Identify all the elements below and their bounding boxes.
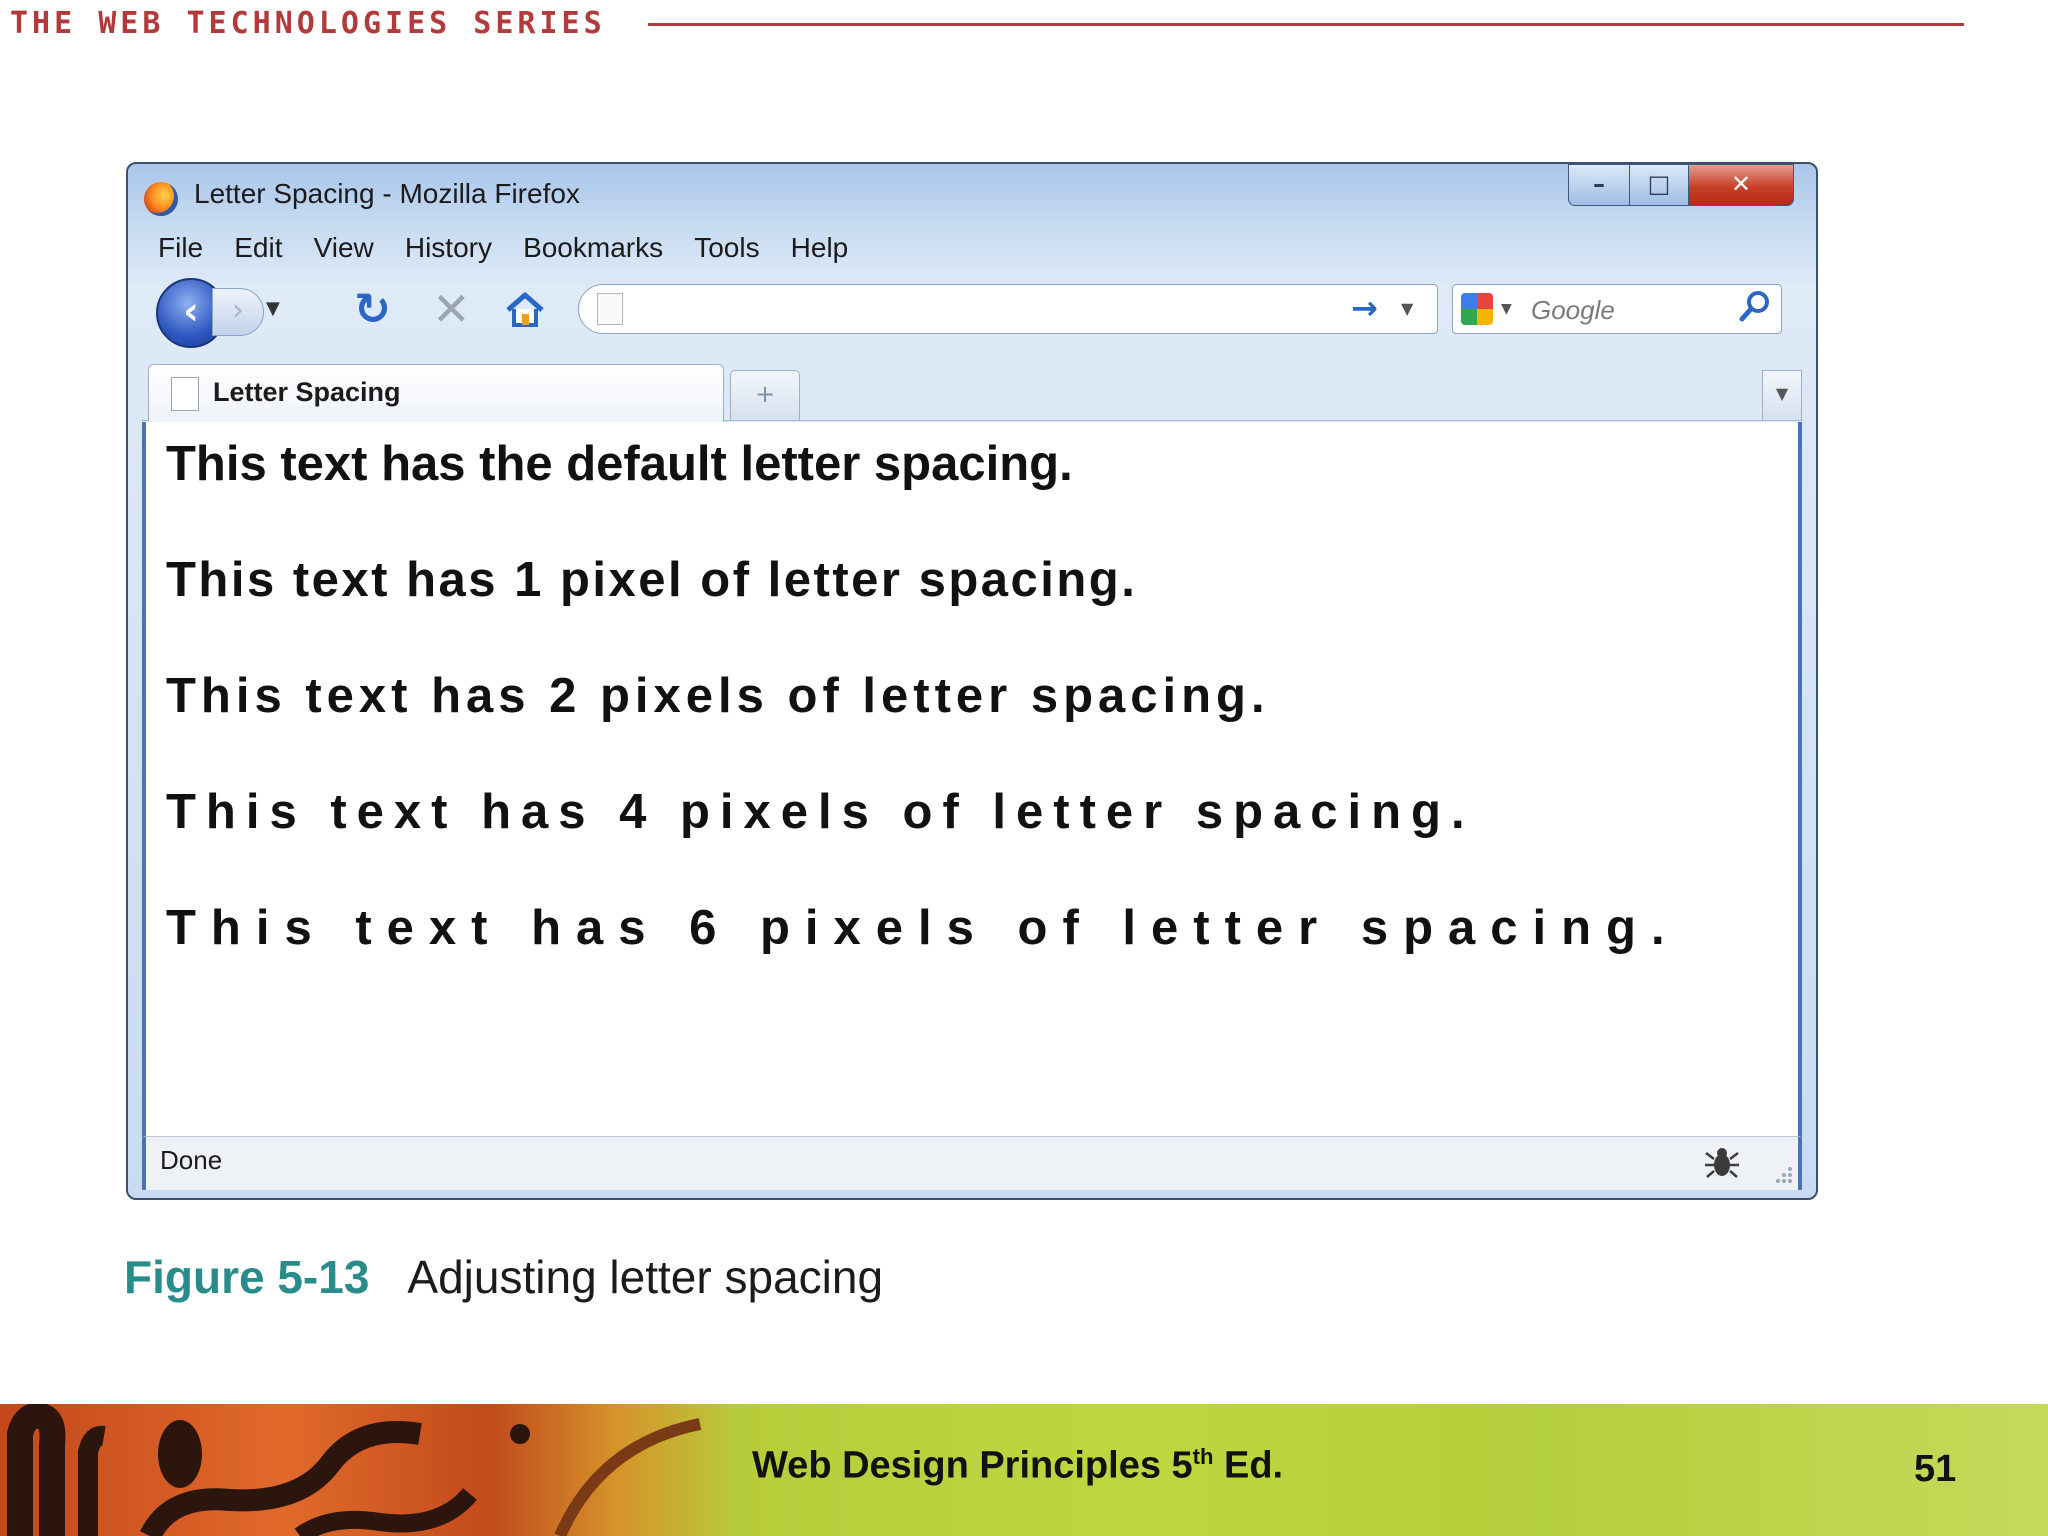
menu-history[interactable]: History — [405, 226, 492, 270]
tab-letter-spacing[interactable]: Letter Spacing — [148, 364, 724, 422]
status-text: Done — [160, 1145, 223, 1175]
page-number: 51 — [1914, 1448, 1957, 1490]
tab-label: Letter Spacing — [213, 377, 401, 407]
forward-arrow-icon: › — [232, 293, 244, 328]
menu-help[interactable]: Help — [791, 226, 849, 270]
plus-icon: + — [754, 380, 776, 408]
menu-view[interactable]: View — [314, 226, 374, 270]
home-icon[interactable] — [504, 290, 546, 330]
address-bar[interactable]: → ▼ — [578, 284, 1438, 334]
menu-bookmarks[interactable]: Bookmarks — [523, 226, 663, 270]
footer-title: Web Design Principles 5th Ed. — [752, 1444, 1284, 1487]
chevron-down-icon: ▼ — [1775, 384, 1789, 403]
forward-button[interactable]: › — [212, 288, 264, 336]
magnifier-icon[interactable] — [1739, 289, 1771, 325]
stop-icon[interactable]: ✕ — [432, 282, 471, 336]
header-rule — [648, 23, 1964, 26]
window-title: Letter Spacing - Mozilla Firefox — [194, 178, 580, 209]
spacing-line-1px: This text has 1 pixel of letter spacing. — [166, 553, 1138, 607]
spacing-line-default: This text has the default letter spacing… — [166, 437, 1073, 491]
spacing-line-4px: This text has 4 pixels of letter spacing… — [166, 785, 1475, 839]
menu-edit[interactable]: Edit — [234, 226, 282, 270]
page-viewport: This text has the default letter spacing… — [142, 422, 1802, 1136]
browser-window: Letter Spacing - Mozilla Firefox – □ ✕ F… — [126, 162, 1818, 1200]
search-input[interactable] — [1529, 291, 1733, 329]
figure-caption: Figure 5-13 Adjusting letter spacing — [124, 1250, 883, 1304]
search-engine-dropdown-icon[interactable]: ▼ — [1501, 301, 1512, 317]
reload-icon[interactable]: ↻ — [354, 284, 391, 335]
figure-label: Figure 5-13 — [124, 1251, 370, 1303]
new-tab-button[interactable]: + — [730, 370, 800, 420]
status-bar: Done — [142, 1136, 1802, 1190]
maximize-button[interactable]: □ — [1629, 164, 1689, 206]
footer-band: Web Design Principles 5th Ed. 51 — [0, 1404, 2048, 1536]
page-icon — [597, 293, 623, 325]
firefox-icon — [144, 182, 178, 216]
series-title: THE WEB TECHNOLOGIES SERIES — [10, 6, 606, 41]
menu-tools[interactable]: Tools — [694, 226, 759, 270]
minimize-button[interactable]: – — [1568, 164, 1630, 206]
history-dropdown-icon[interactable]: ▼ — [266, 298, 280, 319]
figure-text: Adjusting letter spacing — [407, 1251, 884, 1303]
page-icon — [171, 377, 199, 411]
bug-icon[interactable] — [1702, 1143, 1742, 1183]
spacing-line-6px: This text has 6 pixels of letter spacing… — [166, 901, 1680, 955]
close-button[interactable]: ✕ — [1688, 164, 1794, 206]
back-arrow-icon: ‹ — [183, 289, 199, 333]
resize-grip-icon[interactable] — [1770, 1161, 1794, 1185]
url-dropdown-icon[interactable]: ▼ — [1401, 299, 1413, 318]
spacing-line-2px: This text has 2 pixels of letter spacing… — [166, 669, 1270, 723]
menu-file[interactable]: File — [158, 226, 203, 270]
google-icon[interactable] — [1461, 293, 1493, 325]
menu-bar: File Edit View History Bookmarks Tools H… — [142, 226, 1802, 270]
title-bar: Letter Spacing - Mozilla Firefox – □ ✕ — [128, 164, 1816, 228]
go-arrow-icon[interactable]: → — [1351, 289, 1378, 327]
search-bar[interactable]: ▼ — [1452, 284, 1782, 334]
navigation-toolbar: ‹ › ▼ ↻ ✕ → ▼ ▼ — [142, 272, 1802, 348]
tab-list-button[interactable]: ▼ — [1762, 370, 1802, 420]
tab-strip: Letter Spacing + ▼ — [142, 358, 1802, 422]
url-input[interactable] — [639, 291, 1283, 329]
